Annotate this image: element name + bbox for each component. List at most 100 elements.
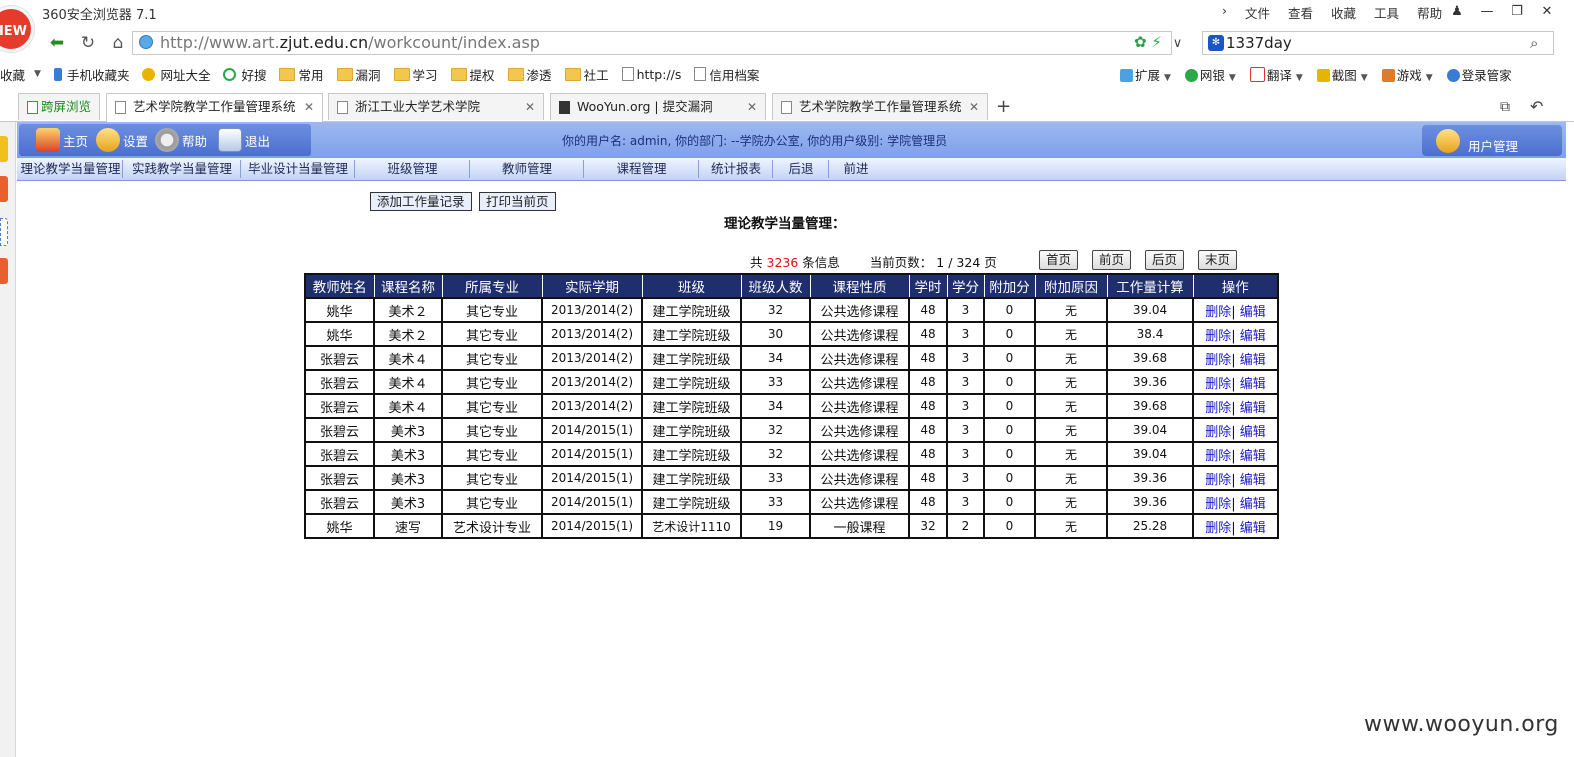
home-button[interactable]: 主页 xyxy=(36,128,88,152)
menu-tools[interactable]: 工具 xyxy=(1374,3,1399,22)
next-page-button[interactable]: 后页 xyxy=(1145,250,1185,270)
bookmark-folder-common[interactable]: 常用 xyxy=(279,65,324,84)
url-text[interactable]: http://www.art.zjut.edu.cn/workcount/ind… xyxy=(160,33,540,52)
close-tab-icon[interactable]: ✕ xyxy=(304,94,314,120)
delete-link[interactable]: 删除 xyxy=(1205,305,1231,320)
logout-button[interactable]: 退出 xyxy=(218,128,270,152)
edit-link[interactable]: 编辑 xyxy=(1240,425,1266,440)
back-arrow-icon[interactable]: ⬅ xyxy=(46,33,68,53)
edit-link[interactable]: 编辑 xyxy=(1240,473,1266,488)
menu-favorites[interactable]: 收藏 xyxy=(1331,3,1356,22)
search-icon[interactable]: ⌕ xyxy=(1530,34,1538,52)
table-cell: 2013/2014(2) xyxy=(541,369,643,395)
tab-zjut-art[interactable]: 浙江工业大学艺术学院 ✕ xyxy=(328,93,544,120)
bookmark-favorites[interactable]: 收藏 ▼ xyxy=(0,65,41,84)
edit-link[interactable]: 编辑 xyxy=(1240,353,1266,368)
edit-link[interactable]: 编辑 xyxy=(1240,521,1266,536)
tab-list-icon[interactable]: ⧉ xyxy=(1500,99,1510,115)
bookmark-credit[interactable]: 信用档案 xyxy=(694,65,759,84)
sidebar-note-icon[interactable] xyxy=(0,218,8,246)
settings-button[interactable]: 设置 xyxy=(96,128,148,152)
menu-back[interactable]: 后退 xyxy=(774,160,829,178)
column-header: 班级 xyxy=(641,273,742,299)
bookmark-link-http[interactable]: http://s xyxy=(621,67,681,82)
tab-workload-2[interactable]: 艺术学院教学工作量管理系统 ✕ xyxy=(772,93,988,120)
bookmark-mobile[interactable]: 手机收藏夹 xyxy=(53,65,129,84)
restore-button[interactable]: ❐ xyxy=(1502,2,1532,22)
ext-login-manager[interactable]: 登录管家 xyxy=(1446,65,1512,84)
search-input[interactable]: 1337day xyxy=(1226,34,1292,52)
menu-course-management[interactable]: 课程管理 xyxy=(585,160,699,178)
edit-link[interactable]: 编辑 xyxy=(1240,377,1266,392)
bookmark-haosou[interactable]: 好搜 xyxy=(223,65,266,84)
bookmark-site-nav[interactable]: 网址大全 xyxy=(142,65,210,84)
last-page-button[interactable]: 末页 xyxy=(1198,250,1238,270)
menu-graduation-design[interactable]: 毕业设计当量管理 xyxy=(242,160,355,178)
help-button[interactable]: 帮助 xyxy=(155,128,207,152)
workload-table: 教师姓名 课程名称 所属专业 实际学期 班级 班级人数 课程性质 学时 学分 附加分 附加原因 工作量… xyxy=(304,273,1279,539)
bookmark-folder-social[interactable]: 社工 xyxy=(564,65,609,84)
add-workload-button[interactable]: 添加工作量记录 xyxy=(370,192,472,211)
ext-games[interactable]: 游戏 ▼ xyxy=(1381,65,1433,84)
delete-link[interactable]: 删除 xyxy=(1205,521,1231,536)
menu-arrow-icon[interactable]: › xyxy=(1222,3,1227,22)
menu-theory-teaching[interactable]: 理论教学当量管理 xyxy=(19,160,123,178)
edit-link[interactable]: 编辑 xyxy=(1240,329,1266,344)
ext-translate[interactable]: 翻译 ▼ xyxy=(1249,65,1303,84)
menu-forward[interactable]: 前进 xyxy=(830,160,882,178)
tab-active-workload[interactable]: 艺术学院教学工作量管理系统 ✕ xyxy=(106,93,323,122)
close-tab-icon[interactable]: ✕ xyxy=(969,94,979,120)
ext-bank[interactable]: 网银 ▼ xyxy=(1184,65,1236,84)
baidu-paw-icon[interactable]: ✻ xyxy=(1208,35,1224,51)
delete-link[interactable]: 删除 xyxy=(1205,329,1231,344)
bookmark-folder-study[interactable]: 学习 xyxy=(393,65,438,84)
delete-link[interactable]: 删除 xyxy=(1205,353,1231,368)
tab-cross-screen[interactable]: 跨屏浏览 xyxy=(18,93,100,120)
menu-practice-teaching[interactable]: 实践教学当量管理 xyxy=(124,160,241,178)
menu-help[interactable]: 帮助 xyxy=(1417,3,1442,22)
menu-file[interactable]: 文件 xyxy=(1245,3,1270,22)
undo-close-icon[interactable]: ↶ xyxy=(1530,97,1543,116)
delete-link[interactable]: 删除 xyxy=(1205,377,1231,392)
bookmark-folder-privesc[interactable]: 提权 xyxy=(450,65,495,84)
menu-class-management[interactable]: 班级管理 xyxy=(356,160,470,178)
ext-extend[interactable]: 扩展 ▼ xyxy=(1120,65,1171,84)
home-icon[interactable]: ⌂ xyxy=(107,33,129,53)
delete-link[interactable]: 删除 xyxy=(1205,449,1231,464)
close-tab-icon[interactable]: ✕ xyxy=(747,94,757,120)
user-management-label[interactable]: 用户管理 xyxy=(1468,136,1518,155)
new-tab-icon[interactable]: + xyxy=(996,96,1011,117)
edit-link[interactable]: 编辑 xyxy=(1240,497,1266,512)
sidebar-star-icon[interactable] xyxy=(0,136,8,162)
minimize-button[interactable]: — xyxy=(1472,2,1502,22)
prev-page-button[interactable]: 前页 xyxy=(1092,250,1132,270)
first-page-button[interactable]: 首页 xyxy=(1039,250,1079,270)
menu-teacher-management[interactable]: 教师管理 xyxy=(471,160,584,178)
delete-link[interactable]: 删除 xyxy=(1205,497,1231,512)
dropdown-chevron-icon[interactable]: ∨ xyxy=(1173,36,1183,51)
close-tab-icon[interactable]: ✕ xyxy=(525,94,535,120)
table-row: 姚华 美术２ 其它专业 2013/2014(2) 建工学院班级 30 公共选修课程 48 3 0 无… xyxy=(304,321,1279,347)
delete-link[interactable]: 删除 xyxy=(1205,473,1231,488)
menu-statistics[interactable]: 统计报表 xyxy=(700,160,773,178)
delete-link[interactable]: 删除 xyxy=(1205,401,1231,416)
game-icon xyxy=(1381,68,1395,82)
sidebar-app-icon[interactable] xyxy=(0,258,8,284)
print-page-button[interactable]: 打印当前页 xyxy=(479,192,556,211)
ext-screenshot[interactable]: 截图 ▼ xyxy=(1316,65,1368,84)
skin-icon[interactable]: ♟ xyxy=(1442,2,1472,22)
bookmark-folder-pentest[interactable]: 渗透 xyxy=(507,65,552,84)
menu-view[interactable]: 查看 xyxy=(1288,3,1313,22)
sidebar-weibo-icon[interactable] xyxy=(0,176,8,202)
table-cell: 其它专业 xyxy=(441,417,543,443)
delete-link[interactable]: 删除 xyxy=(1205,425,1231,440)
bookmark-folder-vuln[interactable]: 漏洞 xyxy=(336,65,381,84)
edit-link[interactable]: 编辑 xyxy=(1240,305,1266,320)
close-window-button[interactable]: ✕ xyxy=(1532,2,1562,22)
tab-wooyun[interactable]: WooYun.org | 提交漏洞 ✕ xyxy=(550,93,766,120)
refresh-icon[interactable]: ↻ xyxy=(77,33,99,53)
action-separator: | xyxy=(1231,472,1236,488)
edit-link[interactable]: 编辑 xyxy=(1240,449,1266,464)
speed-mode-icon[interactable]: ⚡ xyxy=(1151,33,1162,51)
edit-link[interactable]: 编辑 xyxy=(1240,401,1266,416)
